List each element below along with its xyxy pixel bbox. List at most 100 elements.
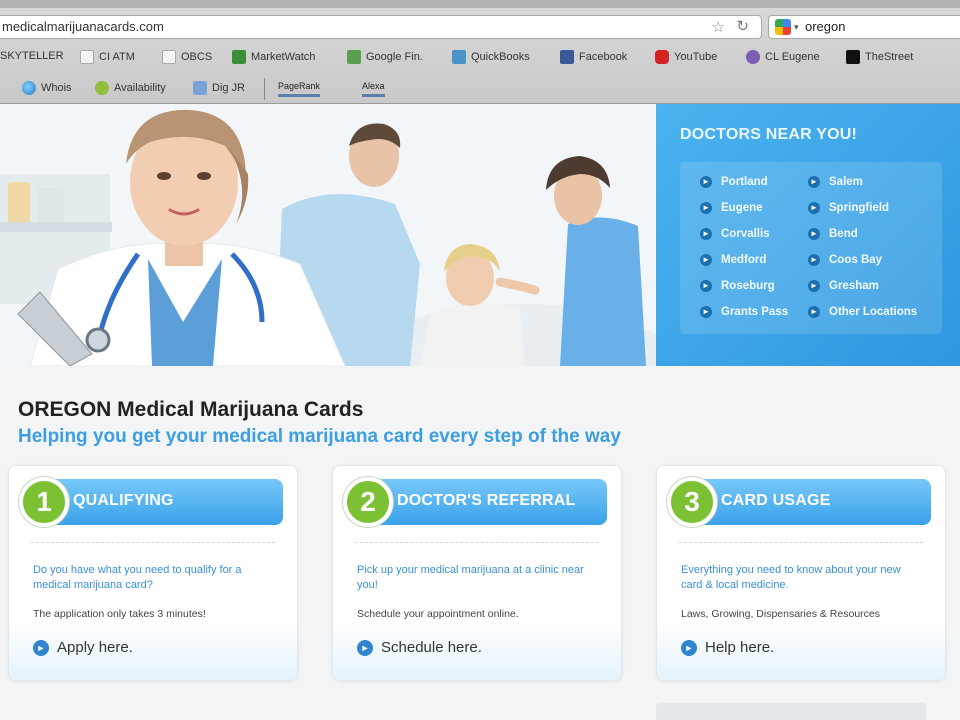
step-question-link[interactable]: Pick up your medical marijuana at a clin…	[357, 563, 597, 593]
bookmark-quickbooks[interactable]: QuickBooks	[452, 50, 530, 64]
bookmark-whois[interactable]: Whois	[22, 81, 72, 95]
bookmark-dig-jr[interactable]: Dig JR	[193, 81, 245, 95]
step-card-doctors-referral: DOCTOR'S REFERRAL 2 Pick up your medical…	[332, 465, 622, 681]
bookmarks-bar-secondary: Whois Availability Dig JR PageRank Alexa	[0, 76, 960, 102]
arrow-right-icon: ►	[808, 306, 820, 318]
address-bar[interactable]: medicalmarijuanacards.com ☆ ↻	[0, 15, 762, 39]
city-label: Springfield	[829, 202, 890, 214]
bookmark-label: TheStreet	[865, 51, 914, 63]
page-subtitle: Helping you get your medical marijuana c…	[18, 426, 621, 447]
facebook-icon	[560, 50, 574, 64]
help-here-link[interactable]: ► Help here.	[681, 639, 774, 656]
reload-icon[interactable]: ↻	[736, 16, 749, 38]
doctors-panel-title: DOCTORS NEAR YOU!	[680, 126, 858, 143]
search-input[interactable]: oregon	[805, 16, 845, 38]
city-link-medford[interactable]: ► Medford	[700, 254, 766, 266]
arrow-right-icon: ►	[33, 639, 49, 656]
city-label: Eugene	[721, 202, 763, 214]
bookmark-marketwatch[interactable]: MarketWatch	[232, 50, 315, 64]
city-link-bend[interactable]: ► Bend	[808, 228, 858, 240]
arrow-right-icon: ►	[808, 176, 820, 188]
city-link-roseburg[interactable]: ► Roseburg	[700, 280, 775, 292]
city-link-eugene[interactable]: ► Eugene	[700, 202, 763, 214]
schedule-here-link[interactable]: ► Schedule here.	[357, 639, 482, 656]
page-icon	[80, 50, 94, 64]
arrow-right-icon: ►	[700, 280, 712, 292]
city-link-other-locations[interactable]: ► Other Locations	[808, 306, 917, 318]
city-label: Salem	[829, 176, 863, 188]
bookmark-label: Google Fin.	[366, 51, 423, 63]
city-label: Gresham	[829, 280, 879, 292]
bookmark-label: Facebook	[579, 51, 628, 63]
bookmark-availability[interactable]: Availability	[95, 81, 166, 95]
page-title: OREGON Medical Marijuana Cards	[18, 398, 364, 421]
city-label: Roseburg	[721, 280, 775, 292]
city-link-salem[interactable]: ► Salem	[808, 176, 863, 188]
city-label: Other Locations	[829, 306, 918, 318]
arrow-right-icon: ►	[700, 176, 712, 188]
arrow-right-icon: ►	[808, 228, 820, 240]
address-url: medicalmarijuanacards.com	[2, 19, 164, 34]
step-number-badge: 3	[667, 477, 717, 527]
step-header-bar[interactable]: QUALIFYING	[51, 479, 283, 525]
craigslist-icon	[746, 50, 760, 64]
search-bar[interactable]: ▾ oregon	[768, 15, 960, 39]
bookmark-separator	[264, 78, 265, 100]
city-link-gresham[interactable]: ► Gresham	[808, 280, 879, 292]
bookmark-google-finance[interactable]: Google Fin.	[347, 50, 423, 64]
arrow-right-icon: ►	[681, 639, 697, 656]
action-label: Apply here.	[57, 639, 133, 656]
tab-strip	[0, 0, 960, 8]
step-header-bar[interactable]: DOCTOR'S REFERRAL	[375, 479, 607, 525]
marketwatch-icon	[232, 50, 246, 64]
arrow-right-icon: ►	[700, 228, 712, 240]
step-note: Laws, Growing, Dispensaries & Resources	[681, 608, 880, 620]
city-link-grants-pass[interactable]: ► Grants Pass	[700, 306, 788, 318]
bookmark-label: Whois	[41, 82, 72, 94]
card-divider	[31, 542, 275, 543]
step-number-badge: 2	[343, 477, 393, 527]
arrow-right-icon: ►	[700, 254, 712, 266]
step-header-bar[interactable]: CARD USAGE	[699, 479, 931, 525]
globe-icon	[22, 81, 36, 95]
bookmark-facebook[interactable]: Facebook	[560, 50, 627, 64]
city-link-coos-bay[interactable]: ► Coos Bay	[808, 254, 882, 266]
bookmark-obcs[interactable]: OBCS	[162, 50, 212, 64]
arrow-right-icon: ►	[808, 280, 820, 292]
bookmark-label: MarketWatch	[251, 51, 316, 63]
browser-chrome: medicalmarijuanacards.com ☆ ↻ ▾ oregon S…	[0, 0, 960, 104]
step-card-qualifying: QUALIFYING 1 Do you have what you need t…	[8, 465, 298, 681]
chevron-down-icon[interactable]: ▾	[794, 16, 799, 38]
google-icon[interactable]	[775, 19, 791, 35]
bookmark-pagerank[interactable]: PageRank	[278, 81, 321, 97]
city-link-corvallis[interactable]: ► Corvallis	[700, 228, 770, 240]
city-link-springfield[interactable]: ► Springfield	[808, 202, 889, 214]
arrow-right-icon: ►	[808, 202, 820, 214]
bottom-panel-edge	[656, 703, 926, 720]
bookmark-youtube[interactable]: YouTube	[655, 50, 717, 64]
bookmarks-bar: SKYTELLER CI ATM OBCS MarketWatch Google…	[0, 45, 960, 71]
google-finance-icon	[347, 50, 361, 64]
bookmark-thestreet[interactable]: TheStreet	[846, 50, 913, 64]
step-title: QUALIFYING	[73, 492, 174, 509]
star-icon[interactable]: ☆	[712, 17, 725, 39]
arrow-right-icon: ►	[700, 306, 712, 318]
step-question-link[interactable]: Everything you need to know about your n…	[681, 563, 921, 593]
apply-here-link[interactable]: ► Apply here.	[33, 639, 133, 656]
arrow-right-icon: ►	[808, 254, 820, 266]
bookmark-ci-atm[interactable]: CI ATM	[80, 50, 135, 64]
hero-photo	[0, 104, 656, 366]
card-divider	[679, 542, 923, 543]
city-link-portland[interactable]: ► Portland	[700, 176, 768, 188]
bookmark-skyteller[interactable]: SKYTELLER	[0, 50, 64, 62]
city-label: Medford	[721, 254, 767, 266]
step-note: The application only takes 3 minutes!	[33, 608, 206, 620]
quickbooks-icon	[452, 50, 466, 64]
bookmark-label: Dig JR	[212, 82, 246, 94]
bookmark-label: Availability	[114, 82, 166, 94]
arrow-right-icon: ►	[700, 202, 712, 214]
page-icon	[162, 50, 176, 64]
bookmark-alexa[interactable]: Alexa	[362, 81, 385, 97]
bookmark-cl-eugene[interactable]: CL Eugene	[746, 50, 820, 64]
step-question-link[interactable]: Do you have what you need to qualify for…	[33, 563, 273, 593]
